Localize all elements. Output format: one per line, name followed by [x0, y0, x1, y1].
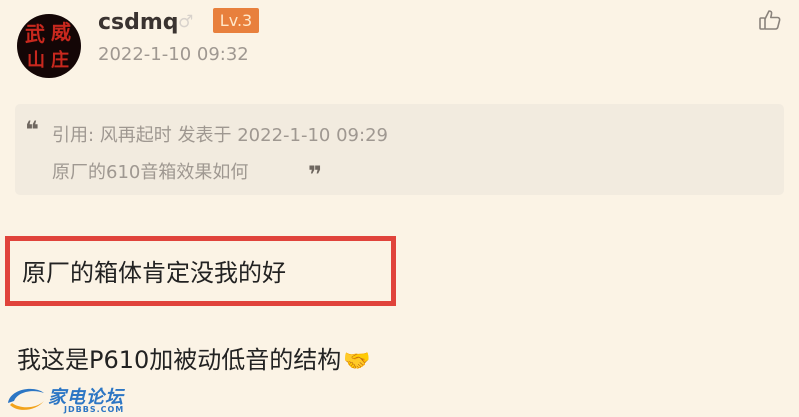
username[interactable]: csdmq: [98, 10, 179, 35]
highlighted-text: 原厂的箱体肯定没我的好: [22, 259, 286, 287]
gender-icon: ♂: [178, 12, 194, 32]
level-badge: Lv.3: [213, 8, 259, 33]
watermark-url: JDBBS.COM: [64, 405, 125, 414]
watermark-logo: 家电论坛 JDBBS.COM: [4, 383, 132, 415]
reply-text-line: 我这是P610加被动低音的结构🤝: [17, 340, 371, 375]
thumbs-up-icon[interactable]: [758, 8, 782, 32]
logo-swirl-icon: [8, 388, 44, 410]
highlight-box: 原厂的箱体肯定没我的好: [5, 236, 396, 306]
quote-meta: 引用: 风再起时 发表于 2022-1-10 09:29: [52, 125, 388, 146]
quote-open-icon: ❝: [25, 116, 39, 144]
quote-text: 原厂的610音箱效果如何: [52, 162, 249, 183]
quote-close-icon: ❞: [308, 161, 322, 189]
avatar[interactable]: 武 威 山 庄: [17, 14, 81, 78]
handshake-icon: 🤝: [343, 349, 371, 374]
quote-block: ❝ 引用: 风再起时 发表于 2022-1-10 09:29 原厂的610音箱效…: [15, 104, 784, 195]
post-timestamp: 2022-1-10 09:32: [98, 44, 249, 65]
reply-text: 我这是P610加被动低音的结构: [17, 346, 342, 374]
